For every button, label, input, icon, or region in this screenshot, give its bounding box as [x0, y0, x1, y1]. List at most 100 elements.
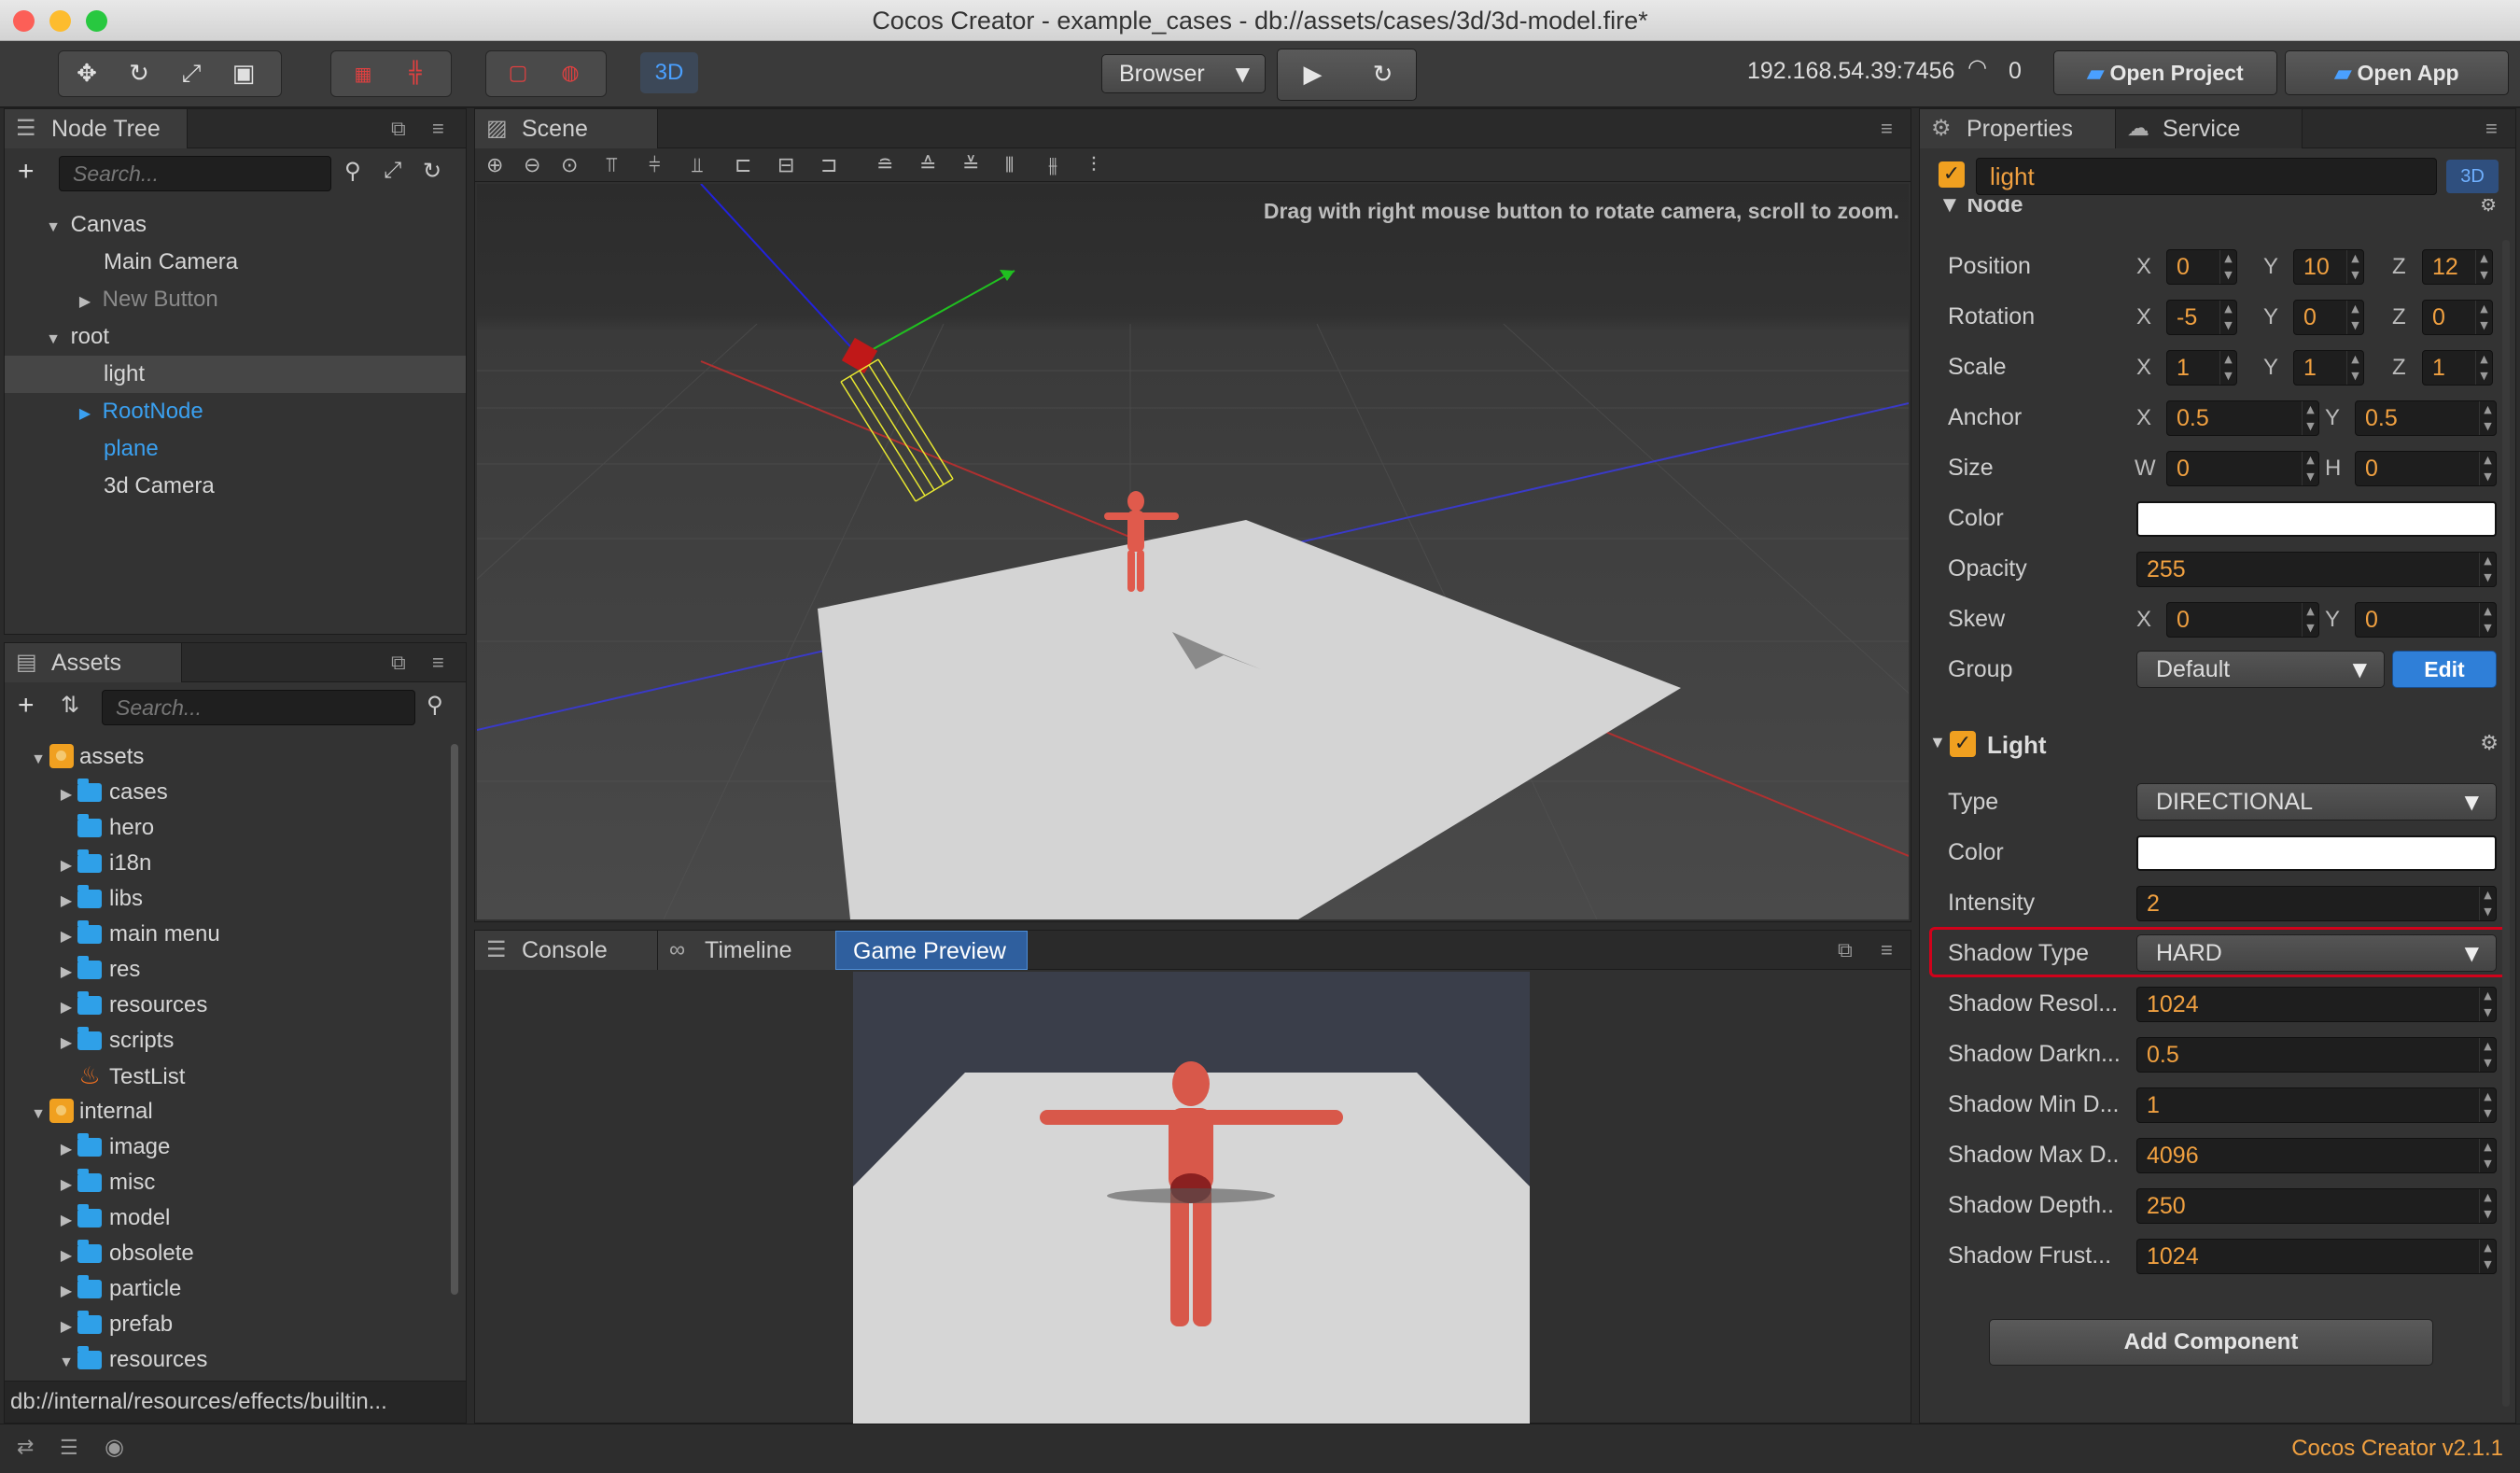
asset-scripts[interactable]: ▶ scripts	[55, 1022, 174, 1059]
open-app-button[interactable]: ▰ Open App	[2285, 50, 2509, 95]
menu-icon[interactable]: ≡	[1881, 117, 1893, 141]
align-hcenter-icon[interactable]: ⊟	[777, 148, 794, 182]
menu-icon[interactable]: ≡	[432, 117, 444, 141]
maximize-window-button[interactable]	[86, 10, 107, 32]
stepper-icon[interactable]: ▲ ▼	[2479, 988, 2496, 1021]
chevron-right-icon[interactable]: ▶	[55, 848, 77, 885]
node-name-input[interactable]: light	[1976, 158, 2437, 195]
asset-libs[interactable]: ▶ libs	[55, 880, 143, 918]
tab-node-tree[interactable]: ☰ Node Tree	[5, 109, 188, 148]
search-icon[interactable]: ⚲	[427, 692, 443, 718]
stepper-icon[interactable]: ▲ ▼	[2219, 250, 2236, 284]
distribute-bottom-icon[interactable]: ≚	[962, 148, 979, 182]
tree-item-canvas[interactable]: ▼ Canvas	[42, 206, 147, 244]
chevron-down-icon[interactable]: ▼	[27, 741, 49, 779]
chevron-right-icon[interactable]: ▶	[55, 1131, 77, 1169]
shadow-depth-scale-input[interactable]: 250 ▲ ▼	[2136, 1188, 2497, 1224]
shadow-type-select[interactable]: HARD ▼	[2136, 934, 2497, 972]
tab-properties[interactable]: ⚙ Properties	[1920, 109, 2116, 148]
color-swatch[interactable]	[2136, 501, 2497, 537]
scale-x-input[interactable]: 1 ▲ ▼	[2166, 350, 2237, 386]
stepper-icon[interactable]: ▲ ▼	[2302, 452, 2318, 485]
asset-i18n[interactable]: ▶ i18n	[55, 845, 151, 882]
badge-3d[interactable]: 3D	[2446, 160, 2499, 193]
opacity-input[interactable]: 255 ▲ ▼	[2136, 552, 2497, 587]
distribute-hcenter-icon[interactable]: ⫵	[1048, 148, 1057, 182]
skew-y-input[interactable]: 0 ▲ ▼	[2355, 602, 2497, 638]
rotation-x-input[interactable]: -5 ▲ ▼	[2166, 300, 2237, 335]
scale-tool-icon[interactable]: ⤢	[169, 51, 214, 96]
intensity-input[interactable]: 2 ▲ ▼	[2136, 886, 2497, 921]
tab-timeline[interactable]: ∞ Timeline	[658, 931, 845, 970]
asset-resources[interactable]: ▶ resources	[55, 987, 207, 1024]
light-type-select[interactable]: DIRECTIONAL ▼	[2136, 783, 2497, 821]
menu-icon[interactable]: ≡	[2485, 117, 2498, 141]
tree-item-main-camera[interactable]: Main Camera	[104, 244, 238, 281]
chevron-right-icon[interactable]: ▶	[55, 1309, 77, 1346]
distribute-vcenter-icon[interactable]: ≙	[919, 148, 936, 182]
asset-image[interactable]: ▶ image	[55, 1129, 170, 1166]
popout-icon[interactable]: ⧉	[391, 117, 406, 141]
tree-item-rootnode[interactable]: ▶ RootNode	[74, 393, 203, 430]
anchor-y-input[interactable]: 0.5 ▲ ▼	[2355, 400, 2497, 436]
chevron-down-icon[interactable]: ▼	[42, 321, 64, 358]
tab-service[interactable]: ☁ Service	[2116, 109, 2303, 148]
asset-obsolete[interactable]: ▶ obsolete	[55, 1235, 194, 1272]
scale-z-input[interactable]: 1 ▲ ▼	[2422, 350, 2493, 386]
asset-internal-resources[interactable]: ▼ resources	[55, 1341, 207, 1379]
chevron-down-icon[interactable]: ▼	[42, 209, 64, 246]
asset-res[interactable]: ▶ res	[55, 951, 140, 989]
gear-icon[interactable]: ⚙	[2480, 731, 2499, 755]
close-window-button[interactable]	[13, 10, 35, 32]
tree-item-light[interactable]: light	[5, 356, 466, 393]
stepper-icon[interactable]: ▲ ▼	[2346, 351, 2363, 385]
tree-item-3d-camera[interactable]: 3d Camera	[104, 468, 215, 505]
platform-select[interactable]: Browser ▼	[1101, 54, 1266, 93]
chevron-right-icon[interactable]: ▶	[55, 989, 77, 1027]
skew-x-input[interactable]: 0 ▲ ▼	[2166, 602, 2319, 638]
stepper-icon[interactable]: ▲ ▼	[2479, 1088, 2496, 1122]
node-active-checkbox[interactable]: ✓	[1939, 161, 1965, 188]
popout-icon[interactable]: ⧉	[391, 651, 406, 675]
stepper-icon[interactable]: ▲ ▼	[2475, 351, 2492, 385]
asset-prefab[interactable]: ▶ prefab	[55, 1306, 173, 1343]
popout-icon[interactable]: ⧉	[1838, 938, 1853, 962]
section-node-header[interactable]: ▼ Node	[1939, 199, 2023, 219]
position-z-input[interactable]: 12 ▲ ▼	[2422, 249, 2493, 285]
stepper-icon[interactable]: ▲ ▼	[2346, 301, 2363, 334]
stepper-icon[interactable]: ▲ ▼	[2302, 401, 2318, 435]
shadow-max-depth-input[interactable]: 4096 ▲ ▼	[2136, 1138, 2497, 1173]
gear-icon[interactable]: ⚙	[2480, 199, 2497, 219]
stepper-icon[interactable]: ▲ ▼	[2479, 401, 2496, 435]
stepper-icon[interactable]: ▲ ▼	[2479, 603, 2496, 637]
shadow-frustum-size-input[interactable]: 1024 ▲ ▼	[2136, 1239, 2497, 1274]
global-icon[interactable]: ◍	[548, 51, 593, 96]
menu-icon[interactable]: ≡	[432, 651, 444, 675]
align-left-icon[interactable]: ⊏	[735, 148, 751, 182]
chevron-right-icon[interactable]: ▶	[55, 1273, 77, 1311]
chevron-down-icon[interactable]: ▼	[27, 1096, 49, 1133]
size-w-input[interactable]: 0 ▲ ▼	[2166, 451, 2319, 486]
asset-cases[interactable]: ▶ cases	[55, 774, 168, 811]
zoom-reset-icon[interactable]: ⊙	[561, 148, 578, 182]
align-top-icon[interactable]: ⫪	[606, 148, 617, 182]
tree-item-new-button[interactable]: ▶ New Button	[74, 281, 218, 318]
chevron-right-icon[interactable]: ▶	[55, 777, 77, 814]
sort-icon[interactable]: ⇅	[61, 692, 79, 719]
game-preview-canvas[interactable]	[853, 972, 1530, 1424]
stepper-icon[interactable]: ▲ ▼	[2346, 250, 2363, 284]
asset-misc[interactable]: ▶ misc	[55, 1164, 155, 1201]
stepper-icon[interactable]: ▲ ▼	[2475, 301, 2492, 334]
group-select[interactable]: Default ▼	[2136, 651, 2385, 688]
local-icon[interactable]: ▢	[496, 51, 540, 96]
align-right-icon[interactable]: ⊐	[820, 148, 837, 182]
menu-icon[interactable]: ≡	[1881, 938, 1893, 962]
asset-hero[interactable]: hero	[77, 809, 154, 847]
size-h-input[interactable]: 0 ▲ ▼	[2355, 451, 2497, 486]
chevron-right-icon[interactable]: ▶	[55, 1025, 77, 1062]
light-enabled-checkbox[interactable]: ✓	[1950, 731, 1976, 757]
asset-search-input[interactable]: Search...	[102, 690, 415, 725]
stepper-icon[interactable]: ▲ ▼	[2479, 1240, 2496, 1273]
scene-viewport[interactable]	[477, 184, 1909, 919]
properties-scrollbar[interactable]	[2502, 240, 2510, 1407]
